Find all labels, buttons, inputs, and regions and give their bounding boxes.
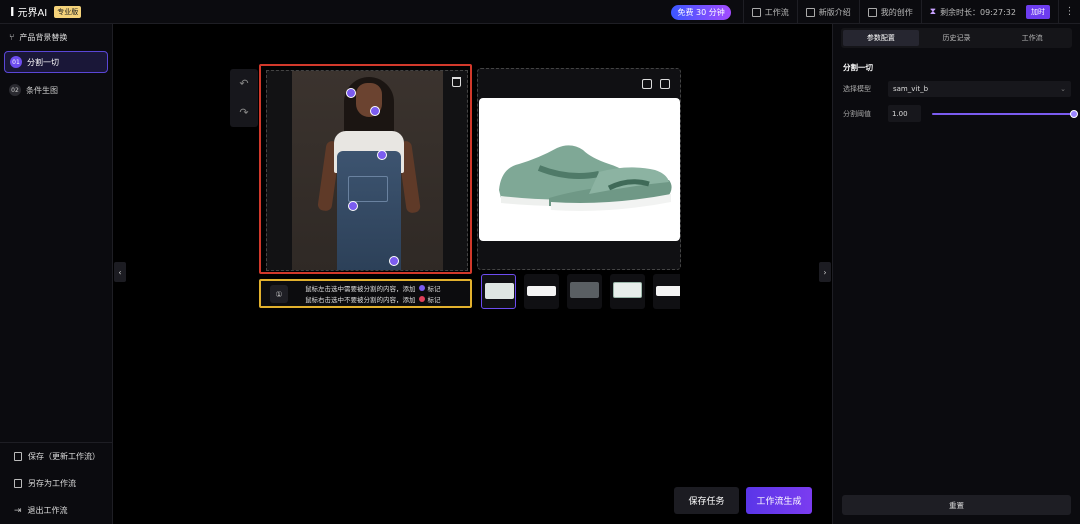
exit-label: 退出工作流 bbox=[27, 506, 68, 515]
model-label: 选择模型 bbox=[843, 85, 871, 93]
step-label: 条件生图 bbox=[26, 85, 58, 95]
undo-icon[interactable]: ↶ bbox=[239, 77, 248, 90]
nav-gallery-label: 我的创作 bbox=[880, 7, 913, 17]
more-menu-icon[interactable]: ⋮ bbox=[1058, 0, 1080, 24]
thumbnail-strip bbox=[481, 274, 680, 310]
save-update-label: 保存（更新工作流） bbox=[28, 452, 100, 461]
top-bar: I 元界AI 专业版 免费 30 分钟 工作流 新版介绍 我的创作 ⧗ 剩余时长… bbox=[0, 0, 1080, 24]
delete-icon[interactable] bbox=[452, 77, 461, 87]
free-minutes-label: 免费 30 分钟 bbox=[677, 7, 725, 17]
chevron-down-icon: ⌄ bbox=[1060, 85, 1066, 93]
step-conditional-generation[interactable]: 02 条件生图 bbox=[4, 79, 108, 101]
usage-hint: ① 鼠标左击选中需要被分割的内容，添加 标记 鼠标右击选中不要被分割的内容，添加… bbox=[259, 279, 472, 308]
source-canvas[interactable] bbox=[259, 64, 472, 274]
intro-icon bbox=[805, 7, 815, 17]
info-icon: ① bbox=[270, 285, 288, 303]
nav-gallery[interactable]: 我的创作 bbox=[858, 0, 921, 24]
step-segment[interactable]: 01 分割一切 bbox=[4, 51, 108, 73]
model-photo[interactable] bbox=[292, 71, 443, 270]
step-number: 01 bbox=[10, 56, 22, 68]
hint-negative-mark: 标记 bbox=[427, 296, 441, 304]
step-number: 02 bbox=[9, 84, 21, 96]
result-canvas bbox=[477, 68, 681, 270]
model-row: 选择模型 sam_vit_b ⌄ bbox=[843, 81, 1080, 97]
parameter-panel: 参数配置 历史记录 工作流 分割一切 选择模型 sam_vit_b ⌄ 分割阈值… bbox=[832, 24, 1080, 524]
workflow-icon: ⑂ bbox=[9, 32, 15, 43]
workflow-title-label: 产品背景替换 bbox=[19, 33, 68, 42]
gallery-icon bbox=[867, 7, 877, 17]
section-title: 分割一切 bbox=[843, 63, 873, 72]
positive-dot-icon bbox=[418, 285, 425, 291]
workflow-icon bbox=[751, 7, 761, 17]
remaining-time-label: 剩余时长：09:27:32 bbox=[940, 7, 1016, 17]
thumbnail[interactable] bbox=[567, 274, 602, 309]
save-as-workflow-button[interactable]: 另存为工作流 bbox=[0, 470, 113, 497]
tab-parameters[interactable]: 参数配置 bbox=[843, 30, 919, 46]
segment-marker[interactable] bbox=[346, 88, 356, 98]
pro-badge: 专业版 bbox=[54, 5, 82, 18]
save-update-workflow-button[interactable]: 保存（更新工作流） bbox=[0, 443, 113, 470]
save-as-label: 另存为工作流 bbox=[28, 479, 76, 488]
tab-workflow[interactable]: 工作流 bbox=[994, 30, 1070, 46]
hourglass-icon: ⧗ bbox=[929, 7, 937, 17]
logo-text: 元界AI bbox=[17, 8, 48, 19]
model-value: sam_vit_b bbox=[893, 85, 929, 93]
segment-marker[interactable] bbox=[389, 256, 399, 266]
exit-workflow-button[interactable]: ⇥ 退出工作流 bbox=[0, 497, 113, 524]
thumbnail[interactable] bbox=[653, 274, 680, 309]
free-minutes-pill[interactable]: 免费 30 分钟 bbox=[671, 4, 731, 20]
nav-workflow[interactable]: 工作流 bbox=[742, 0, 797, 24]
step-label: 分割一切 bbox=[27, 57, 59, 67]
hint-negative: 鼠标右击选中不要被分割的内容，添加 标记 bbox=[305, 294, 441, 304]
nav-intro-label: 新版介绍 bbox=[818, 7, 851, 17]
thumbnail[interactable] bbox=[481, 274, 516, 309]
product-image bbox=[479, 98, 680, 241]
slider-fill bbox=[932, 112, 1074, 115]
nav-intro[interactable]: 新版介绍 bbox=[796, 0, 859, 24]
thumbnail[interactable] bbox=[610, 274, 645, 309]
save-task-button[interactable]: 保存任务 bbox=[674, 487, 739, 514]
history-toolbar: ↶ ↷ bbox=[230, 69, 258, 127]
threshold-row: 分割阈值 1.00 bbox=[843, 105, 1080, 122]
generate-workflow-button[interactable]: 工作流生成 bbox=[746, 487, 812, 514]
collapse-right-icon[interactable]: › bbox=[819, 262, 831, 282]
hint-positive: 鼠标左击选中需要被分割的内容，添加 标记 bbox=[305, 283, 441, 293]
segment-marker[interactable] bbox=[370, 106, 380, 116]
sneaker-image bbox=[499, 145, 672, 211]
model-select[interactable]: sam_vit_b ⌄ bbox=[888, 81, 1071, 97]
hint-positive-text: 鼠标左击选中需要被分割的内容，添加 bbox=[305, 285, 416, 293]
save-as-icon bbox=[14, 479, 22, 488]
slider-handle[interactable] bbox=[1070, 109, 1078, 118]
negative-dot-icon bbox=[418, 296, 425, 302]
threshold-input[interactable]: 1.00 bbox=[888, 105, 921, 122]
crop-icon[interactable] bbox=[642, 79, 652, 89]
tab-history[interactable]: 历史记录 bbox=[919, 30, 995, 46]
hint-negative-text: 鼠标右击选中不要被分割的内容，添加 bbox=[305, 296, 416, 304]
collapse-left-icon[interactable]: ‹ bbox=[114, 262, 126, 282]
thumbnail[interactable] bbox=[524, 274, 559, 309]
exit-icon: ⇥ bbox=[14, 505, 22, 516]
hint-positive-mark: 标记 bbox=[427, 285, 441, 293]
logo-mark: I bbox=[10, 4, 15, 19]
segment-marker[interactable] bbox=[348, 201, 358, 211]
segment-marker[interactable] bbox=[377, 150, 387, 160]
logo[interactable]: I 元界AI 专业版 bbox=[10, 4, 82, 19]
threshold-slider[interactable] bbox=[932, 109, 1078, 118]
threshold-label: 分割阈值 bbox=[843, 109, 871, 118]
redo-icon[interactable]: ↷ bbox=[239, 106, 248, 119]
nav-workflow-label: 工作流 bbox=[764, 7, 789, 17]
remaining-time: ⧗ 剩余时长：09:27:32 加时 bbox=[920, 0, 1058, 24]
download-icon[interactable] bbox=[660, 79, 670, 89]
panel-tabs: 参数配置 历史记录 工作流 bbox=[841, 28, 1072, 48]
reset-button[interactable]: 重置 bbox=[842, 495, 1071, 515]
sidebar: ⑂ 产品背景替换 01 分割一切 02 条件生图 保存（更新工作流） 另存为工作… bbox=[0, 24, 113, 524]
add-time-button[interactable]: 加时 bbox=[1026, 5, 1050, 19]
workflow-title: ⑂ 产品背景替换 bbox=[0, 24, 112, 51]
save-icon bbox=[14, 452, 22, 461]
